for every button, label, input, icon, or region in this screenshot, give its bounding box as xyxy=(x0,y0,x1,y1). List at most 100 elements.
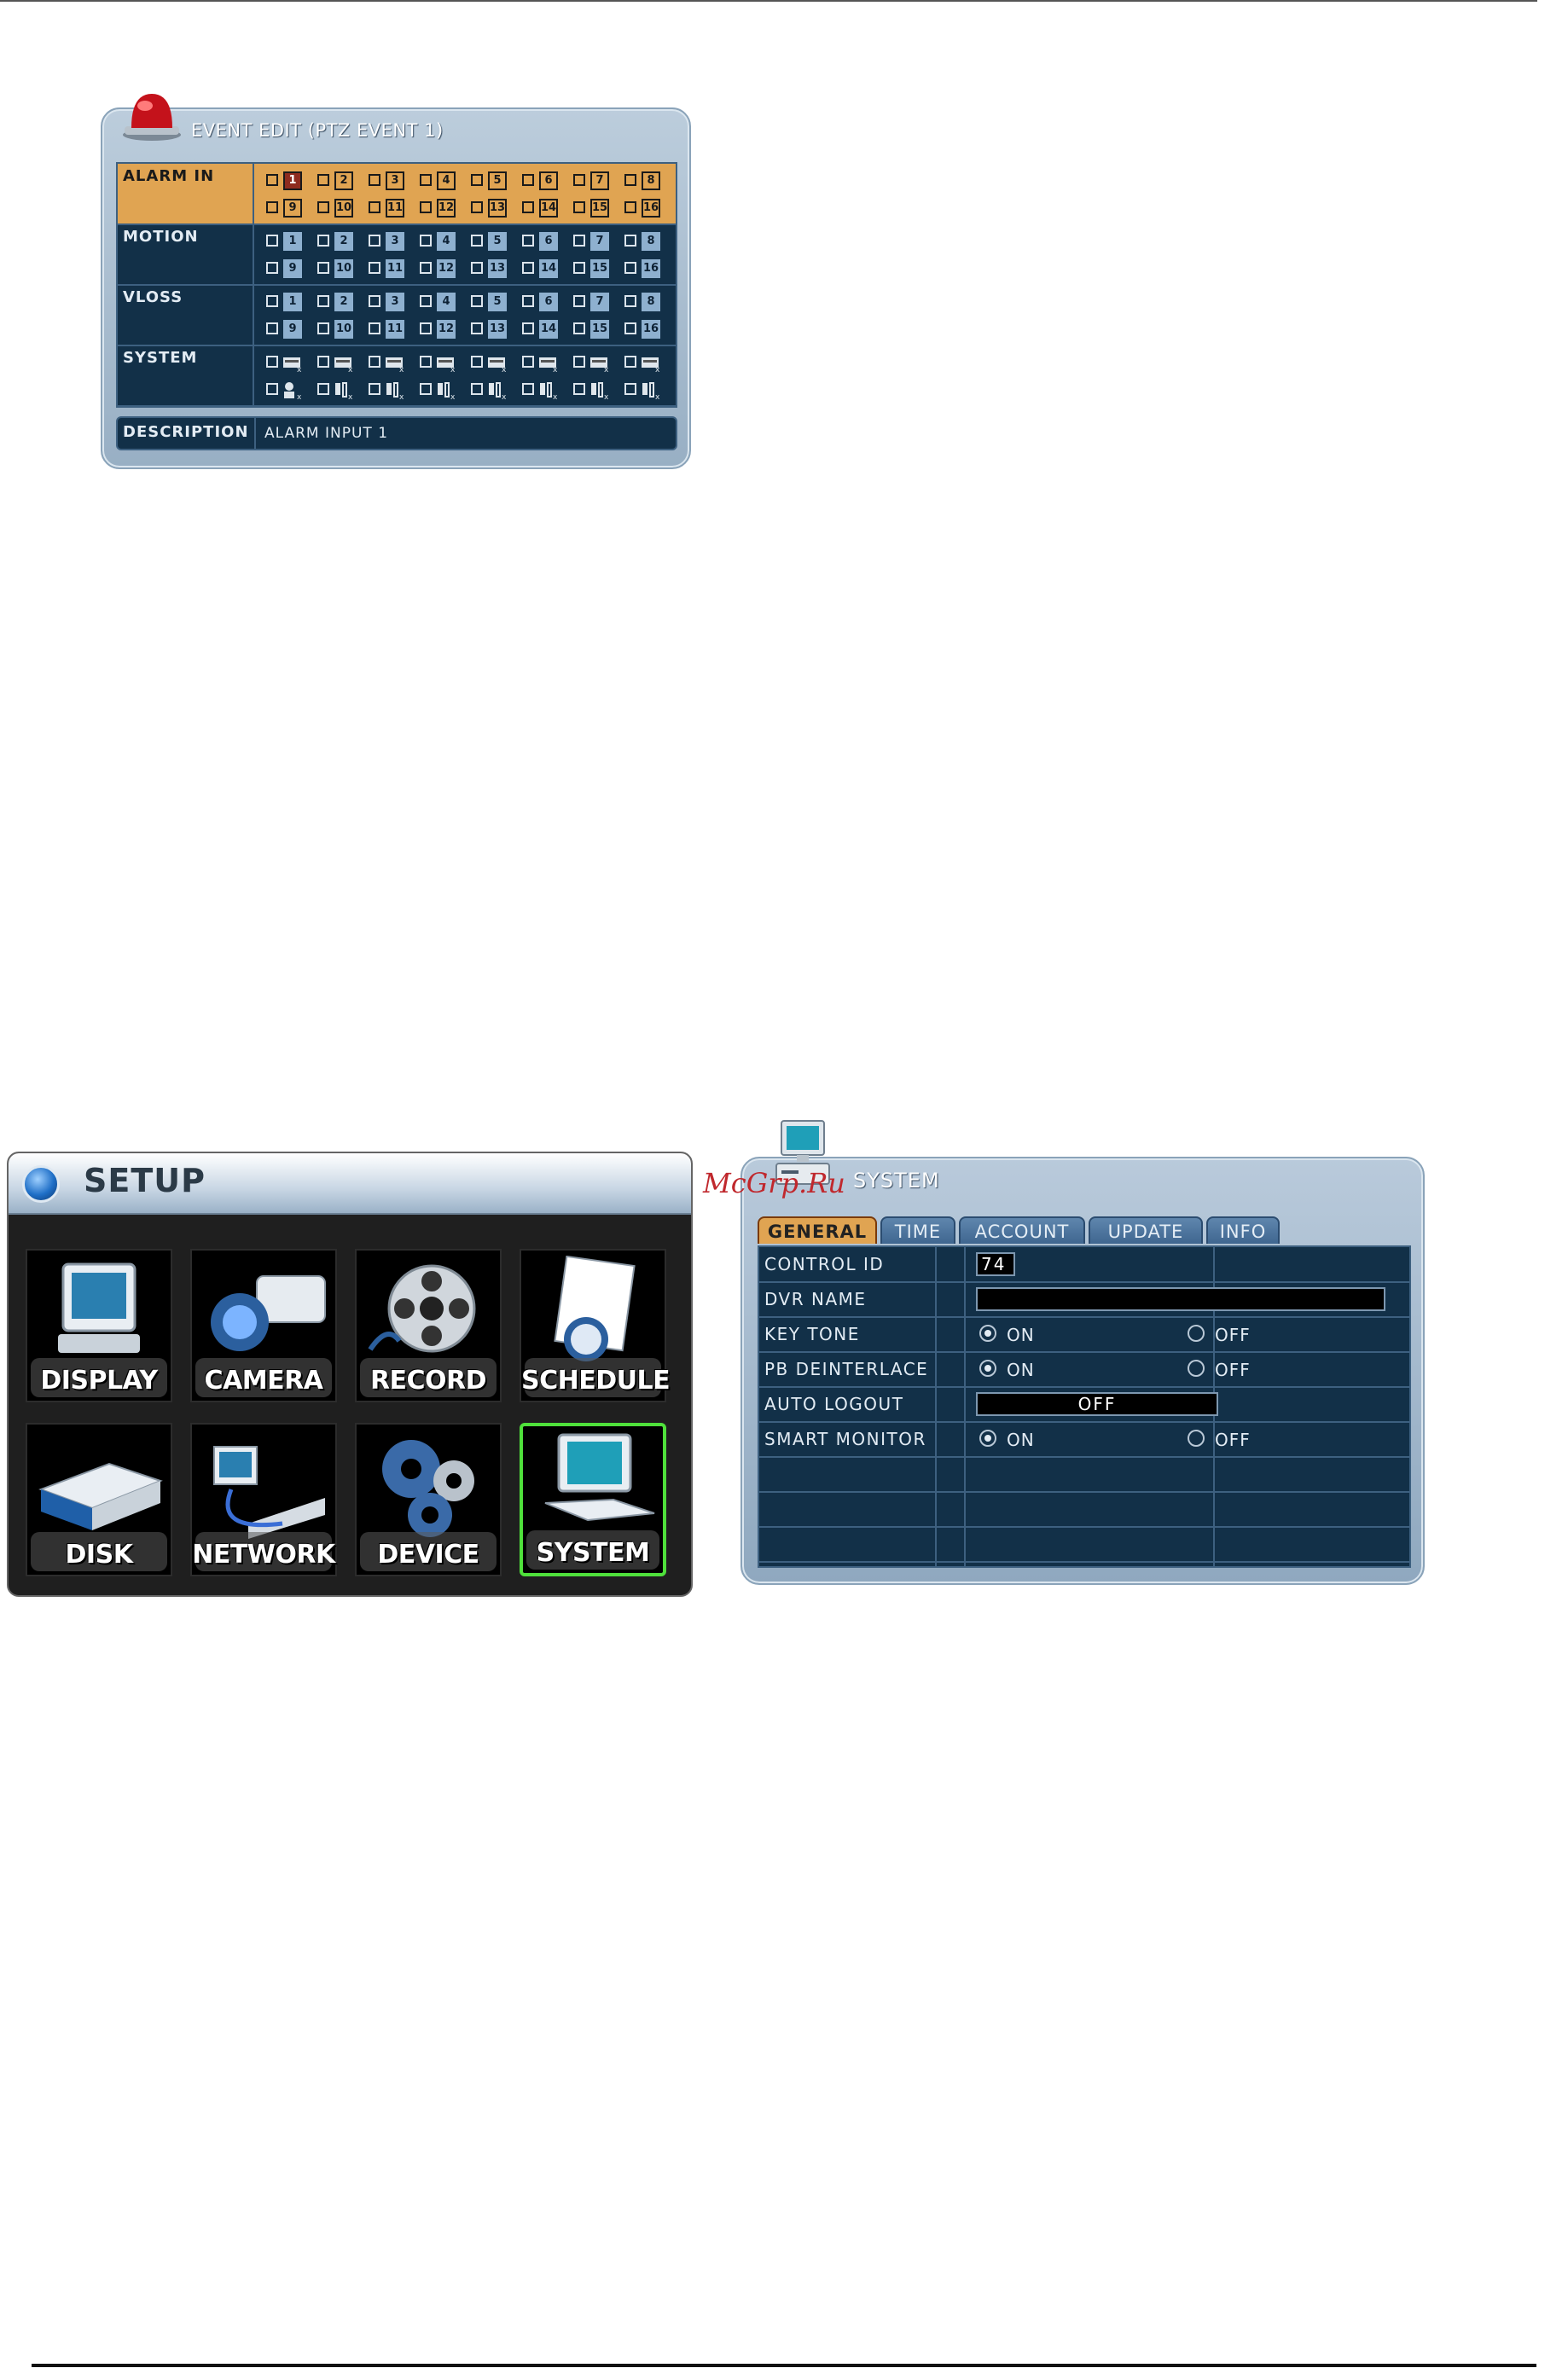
motion-channel[interactable]: 7 xyxy=(573,231,623,252)
system-channel[interactable]: x xyxy=(573,380,623,400)
checkbox[interactable] xyxy=(317,201,329,213)
radio-label-off[interactable]: OFF xyxy=(1215,1325,1251,1345)
checkbox[interactable] xyxy=(624,295,636,307)
motion-channel[interactable]: 10 xyxy=(317,258,367,279)
motion-channel[interactable]: 9 xyxy=(266,258,316,279)
system-channel[interactable]: x xyxy=(624,380,674,400)
checkbox[interactable] xyxy=(522,174,534,186)
checkbox[interactable] xyxy=(420,356,432,368)
checkbox[interactable] xyxy=(369,383,380,395)
vloss-channel[interactable]: 1 xyxy=(266,292,316,312)
checkbox[interactable] xyxy=(624,174,636,186)
alarm-in-channel[interactable]: 16 xyxy=(624,198,674,218)
vloss-channel[interactable]: 11 xyxy=(369,319,418,340)
checkbox[interactable] xyxy=(317,262,329,274)
alarm-in-channel[interactable]: 7 xyxy=(573,171,623,191)
radio-label-on[interactable]: ON xyxy=(1007,1325,1035,1345)
checkbox[interactable] xyxy=(522,201,534,213)
system-channel[interactable]: x xyxy=(420,380,469,400)
alarm-in-channel[interactable]: 11 xyxy=(369,198,418,218)
setup-tile-system[interactable]: SYSTEM xyxy=(520,1423,666,1576)
checkbox[interactable] xyxy=(420,383,432,395)
radio-label-off[interactable]: OFF xyxy=(1215,1360,1251,1380)
checkbox[interactable] xyxy=(573,174,585,186)
checkbox[interactable] xyxy=(471,235,483,247)
auto-logout-select[interactable]: OFF xyxy=(976,1392,1218,1416)
motion-channel[interactable]: 6 xyxy=(522,231,572,252)
vloss-channel[interactable]: 4 xyxy=(420,292,469,312)
motion-channel[interactable]: 12 xyxy=(420,258,469,279)
checkbox[interactable] xyxy=(420,235,432,247)
vloss-channel[interactable]: 16 xyxy=(624,319,674,340)
checkbox[interactable] xyxy=(573,356,585,368)
checkbox[interactable] xyxy=(522,262,534,274)
setup-tile-disk[interactable]: DISK xyxy=(26,1423,172,1576)
system-channel[interactable]: x xyxy=(522,380,572,400)
vloss-channel[interactable]: 3 xyxy=(369,292,418,312)
checkbox[interactable] xyxy=(266,262,278,274)
radio-label-on[interactable]: ON xyxy=(1007,1360,1035,1380)
checkbox[interactable] xyxy=(522,322,534,334)
checkbox[interactable] xyxy=(624,322,636,334)
tab-time[interactable]: TIME xyxy=(880,1216,955,1244)
checkbox[interactable] xyxy=(369,295,380,307)
checkbox[interactable] xyxy=(624,201,636,213)
checkbox[interactable] xyxy=(471,174,483,186)
system-channel[interactable]: x xyxy=(471,352,520,373)
alarm-in-channel[interactable]: 12 xyxy=(420,198,469,218)
checkbox[interactable] xyxy=(317,383,329,395)
motion-channel[interactable]: 5 xyxy=(471,231,520,252)
alarm-in-channel[interactable]: 5 xyxy=(471,171,520,191)
system-channel[interactable]: x xyxy=(369,352,418,373)
vloss-channel[interactable]: 13 xyxy=(471,319,520,340)
radio-on[interactable] xyxy=(979,1360,996,1377)
checkbox[interactable] xyxy=(624,262,636,274)
checkbox[interactable] xyxy=(266,174,278,186)
checkbox[interactable] xyxy=(522,295,534,307)
tab-update[interactable]: UPDATE xyxy=(1089,1216,1203,1244)
system-channel[interactable]: x xyxy=(471,380,520,400)
alarm-in-channel[interactable]: 15 xyxy=(573,198,623,218)
checkbox[interactable] xyxy=(266,201,278,213)
system-channel[interactable]: x xyxy=(420,352,469,373)
setup-tile-record[interactable]: RECORD xyxy=(355,1249,502,1402)
vloss-channel[interactable]: 2 xyxy=(317,292,367,312)
motion-channel[interactable]: 4 xyxy=(420,231,469,252)
checkbox[interactable] xyxy=(522,235,534,247)
system-channel[interactable]: x xyxy=(369,380,418,400)
vloss-channel[interactable]: 12 xyxy=(420,319,469,340)
motion-channel[interactable]: 16 xyxy=(624,258,674,279)
control-id-field[interactable]: 74 xyxy=(976,1252,1015,1276)
radio-label-on[interactable]: ON xyxy=(1007,1430,1035,1450)
checkbox[interactable] xyxy=(369,235,380,247)
checkbox[interactable] xyxy=(573,262,585,274)
dvr-name-field[interactable] xyxy=(976,1287,1385,1311)
tab-account[interactable]: ACCOUNT xyxy=(959,1216,1085,1244)
vloss-channel[interactable]: 10 xyxy=(317,319,367,340)
setup-tile-network[interactable]: NETWORK xyxy=(190,1423,337,1576)
system-channel[interactable]: x xyxy=(522,352,572,373)
system-channel[interactable]: x xyxy=(266,380,316,400)
checkbox[interactable] xyxy=(369,356,380,368)
setup-tile-device[interactable]: DEVICE xyxy=(355,1423,502,1576)
checkbox[interactable] xyxy=(624,235,636,247)
checkbox[interactable] xyxy=(317,356,329,368)
checkbox[interactable] xyxy=(573,322,585,334)
checkbox[interactable] xyxy=(471,201,483,213)
checkbox[interactable] xyxy=(317,235,329,247)
checkbox[interactable] xyxy=(573,235,585,247)
alarm-in-channel[interactable]: 6 xyxy=(522,171,572,191)
setup-tile-schedule[interactable]: SCHEDULE xyxy=(520,1249,671,1402)
checkbox[interactable] xyxy=(420,262,432,274)
checkbox[interactable] xyxy=(369,201,380,213)
vloss-channel[interactable]: 8 xyxy=(624,292,674,312)
checkbox[interactable] xyxy=(471,383,483,395)
vloss-channel[interactable]: 6 xyxy=(522,292,572,312)
checkbox[interactable] xyxy=(471,356,483,368)
checkbox[interactable] xyxy=(369,262,380,274)
setup-tile-display[interactable]: DISPLAY xyxy=(26,1249,172,1402)
tab-general[interactable]: GENERAL xyxy=(758,1216,877,1244)
motion-channel[interactable]: 13 xyxy=(471,258,520,279)
checkbox[interactable] xyxy=(471,322,483,334)
system-channel[interactable]: x xyxy=(317,352,367,373)
